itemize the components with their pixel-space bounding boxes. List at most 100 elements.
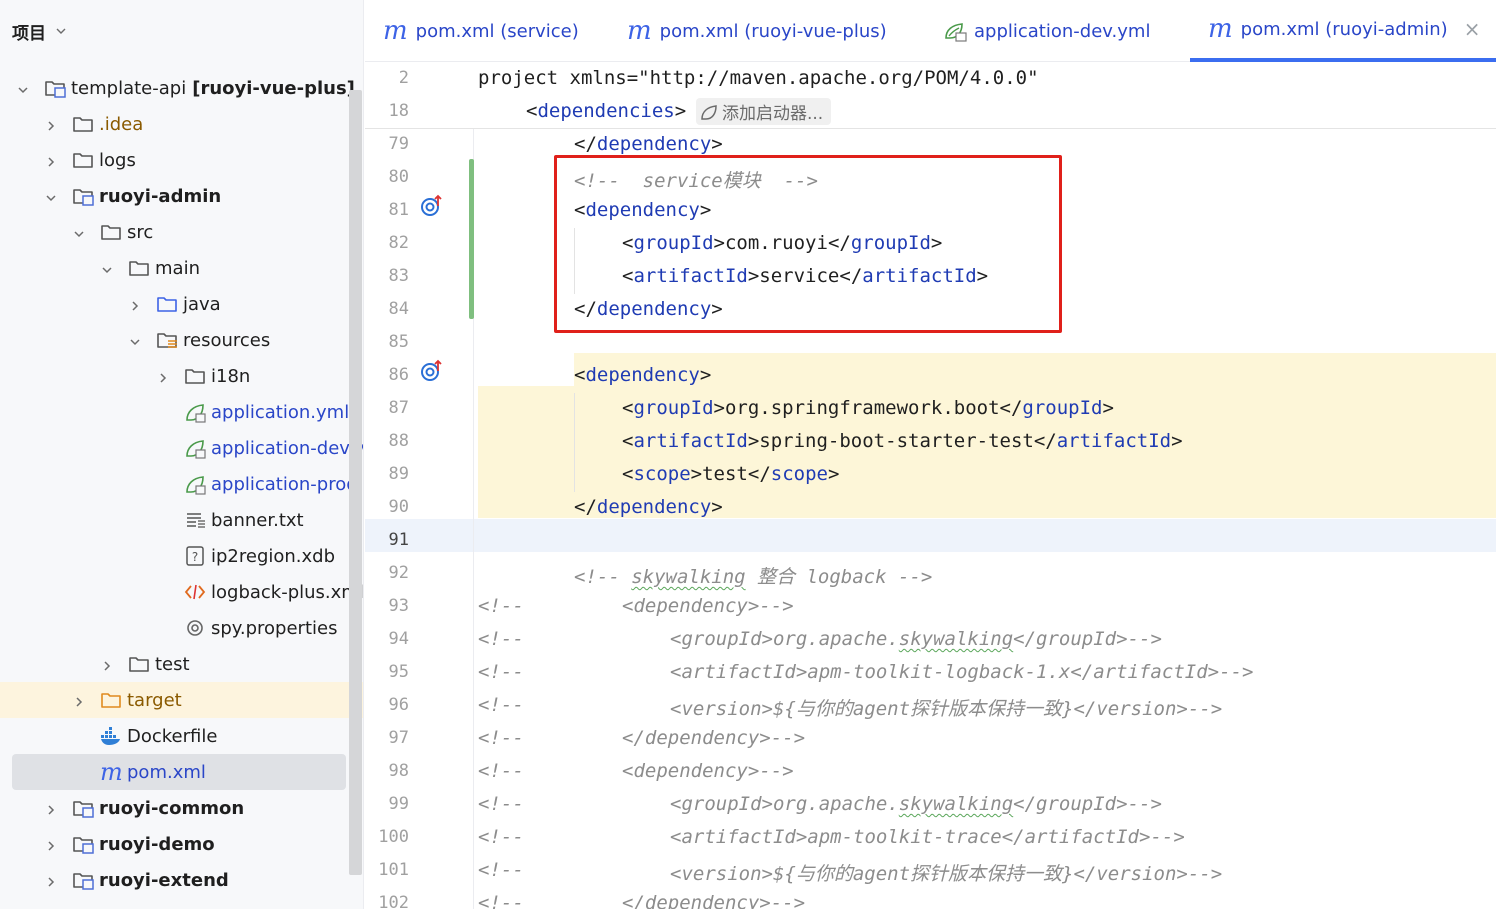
code-text: <version>${与你的agent探针版本保持一致}</version>--…	[670, 863, 1223, 885]
project-panel-scrollbar[interactable]	[349, 90, 362, 875]
line-number: 93	[388, 596, 409, 616]
tree-item-test[interactable]: test	[0, 646, 350, 682]
implemented-module-icon[interactable]	[419, 359, 445, 383]
tree-item-label: Dockerfile	[127, 725, 218, 747]
tree-item-java[interactable]: java	[0, 286, 350, 322]
code-text: <dependency>-->	[622, 760, 794, 782]
tree-item-idea[interactable]: .idea	[0, 106, 350, 142]
line-number: 95	[388, 662, 409, 682]
tree-item-logback-plus-xml[interactable]: logback-plus.xml	[0, 574, 363, 610]
tab-pom-service[interactable]: m pom.xml (service)	[383, 0, 579, 62]
code-text: </dependency>-->	[622, 892, 806, 909]
chevron-right-icon[interactable]	[44, 153, 58, 167]
tab-pom-ruoyi-admin[interactable]: m pom.xml (ruoyi-admin) ×	[1190, 0, 1496, 62]
code-line[interactable]: 102 <!-- </dependency>-->	[365, 888, 1496, 909]
module-folder-icon	[72, 797, 94, 819]
chevron-right-icon[interactable]	[44, 837, 58, 851]
tree-item-i18n[interactable]: i18n	[0, 358, 350, 394]
chevron-down-icon[interactable]	[72, 225, 86, 239]
excluded-folder-icon	[100, 689, 122, 711]
code-text: </dependency>	[574, 496, 723, 518]
sticky-line[interactable]: 18 <dependencies> 添加启动器...	[365, 96, 1496, 129]
code-line[interactable]: 96 <!-- <version>${与你的agent探针版本保持一致}</vers…	[365, 690, 1496, 723]
code-line[interactable]: 99 <!-- <groupId>org.apache.skywalking</gr…	[365, 789, 1496, 822]
tree-item-logs[interactable]: logs	[0, 142, 350, 178]
code-text: <!--	[478, 694, 524, 716]
code-text: <groupId>org.apache.skywalking</groupId>…	[670, 793, 1162, 815]
tree-item-src[interactable]: src	[0, 214, 350, 250]
folder-icon	[184, 365, 206, 387]
code-line[interactable]: 88 <artifactId>spring-boot-starter-test</…	[365, 426, 1496, 459]
tree-item-resources[interactable]: resources	[0, 322, 350, 358]
project-panel-header[interactable]: 项目	[0, 0, 363, 62]
code-line[interactable]: 92 <!-- skywalking 整合 logback -->	[365, 558, 1496, 591]
tree-item-dockerfile[interactable]: Dockerfile	[0, 718, 350, 754]
chevron-down-icon[interactable]	[44, 189, 58, 203]
tab-pom-ruoyi-vue-plus[interactable]: m pom.xml (ruoyi-vue-plus)	[627, 0, 887, 62]
tree-item-label: .idea	[99, 113, 144, 135]
chevron-right-icon[interactable]	[72, 693, 86, 707]
line-number: 102	[378, 893, 409, 909]
code-line[interactable]: 89 <scope>test</scope>	[365, 459, 1496, 492]
code-line[interactable]: 98 <!-- <dependency>-->	[365, 756, 1496, 789]
tree-item-template-api[interactable]: template-api[ruoyi-vue-plus]E:\	[0, 70, 355, 106]
tree-item-ruoyi-common[interactable]: ruoyi-common	[0, 790, 350, 826]
tree-item-ruoyi-admin[interactable]: ruoyi-admin	[0, 178, 350, 214]
chevron-right-icon[interactable]	[156, 369, 170, 383]
tree-item-ruoyi-extend[interactable]: ruoyi-extend	[0, 862, 350, 898]
tree-item-target[interactable]: target	[0, 682, 363, 718]
sticky-breadcrumb-lines[interactable]: 2 project xmlns="http://maven.apache.org/…	[365, 63, 1496, 129]
implemented-module-icon[interactable]	[419, 194, 445, 218]
code-line[interactable]: 101 <!-- <version>${与你的agent探针版本保持一致}</ver…	[365, 855, 1496, 888]
tree-item-label: logs	[99, 149, 136, 171]
code-line[interactable]: 100 <!-- <artifactId>apm-toolkit-trace</ar…	[365, 822, 1496, 855]
line-number: 97	[388, 728, 409, 748]
close-tab-icon[interactable]: ×	[1464, 17, 1481, 41]
chevron-right-icon[interactable]	[44, 801, 58, 815]
code-line[interactable]: 95 <!-- <artifactId>apm-toolkit-logback-1.…	[365, 657, 1496, 690]
line-number: 94	[388, 629, 409, 649]
code-line[interactable]: 87 <groupId>org.springframework.boot</gro…	[365, 393, 1496, 426]
chevron-down-icon[interactable]	[16, 81, 30, 95]
tab-label: application-dev.yml	[974, 20, 1151, 42]
code-line[interactable]: 86 <dependency>	[365, 360, 1496, 393]
sticky-line[interactable]: 2 project xmlns="http://maven.apache.org/…	[365, 63, 1496, 96]
tree-item-application-prod[interactable]: application-prod.	[0, 466, 363, 502]
chevron-right-icon[interactable]	[44, 873, 58, 887]
tab-application-dev-yml[interactable]: application-dev.yml	[942, 0, 1150, 62]
tree-item-ip2region-xdb[interactable]: ? ip2region.xdb	[0, 538, 350, 574]
code-editor[interactable]: 79 </dependency> 80 <!-- service模块 --> 81 <de…	[365, 63, 1496, 909]
chevron-right-icon[interactable]	[100, 657, 114, 671]
spring-yml-icon	[184, 473, 206, 495]
code-line[interactable]: 97 <!-- </dependency>-->	[365, 723, 1496, 756]
chevron-down-icon[interactable]	[100, 261, 114, 275]
maven-icon: m	[627, 16, 652, 46]
hint-label: 添加启动器...	[722, 104, 824, 124]
tree-item-label: main	[155, 257, 200, 279]
tab-label: pom.xml (ruoyi-admin)	[1240, 18, 1448, 40]
tree-item-application-dev-y[interactable]: application-dev.y	[0, 430, 363, 466]
code-line[interactable]: 94 <!-- <groupId>org.apache.skywalking</gr…	[365, 624, 1496, 657]
code-text: <artifactId>apm-toolkit-logback-1.x</art…	[670, 661, 1254, 683]
tree-item-pom-xml[interactable]: m pom.xml	[12, 754, 346, 790]
folder-icon	[72, 149, 94, 171]
tree-item-banner-txt[interactable]: banner.txt	[0, 502, 350, 538]
tree-item-ruoyi-demo[interactable]: ruoyi-demo	[0, 826, 350, 862]
line-number: 81	[388, 200, 409, 220]
code-text: <groupId>org.apache.skywalking</groupId>…	[670, 628, 1162, 650]
chevron-down-icon[interactable]	[128, 333, 142, 347]
code-line[interactable]: 90 </dependency>	[365, 492, 1496, 525]
tree-item-label: test	[155, 653, 190, 675]
chevron-right-icon[interactable]	[44, 117, 58, 131]
code-text: <version>${与你的agent探针版本保持一致}</version>--…	[670, 698, 1223, 720]
tree-item-spy-properties[interactable]: spy.properties	[0, 610, 350, 646]
tree-item-application-yml[interactable]: application.yml	[0, 394, 350, 430]
tree-item-label: ip2region.xdb	[211, 545, 336, 567]
chevron-down-icon[interactable]	[56, 26, 66, 36]
tree-item-main[interactable]: main	[0, 250, 350, 286]
add-starter-hint[interactable]: 添加启动器...	[696, 98, 832, 125]
code-line[interactable]: 91	[365, 525, 1496, 558]
code-text: <!--	[478, 859, 524, 881]
chevron-right-icon[interactable]	[128, 297, 142, 311]
code-line[interactable]: 93 <!-- <dependency>-->	[365, 591, 1496, 624]
